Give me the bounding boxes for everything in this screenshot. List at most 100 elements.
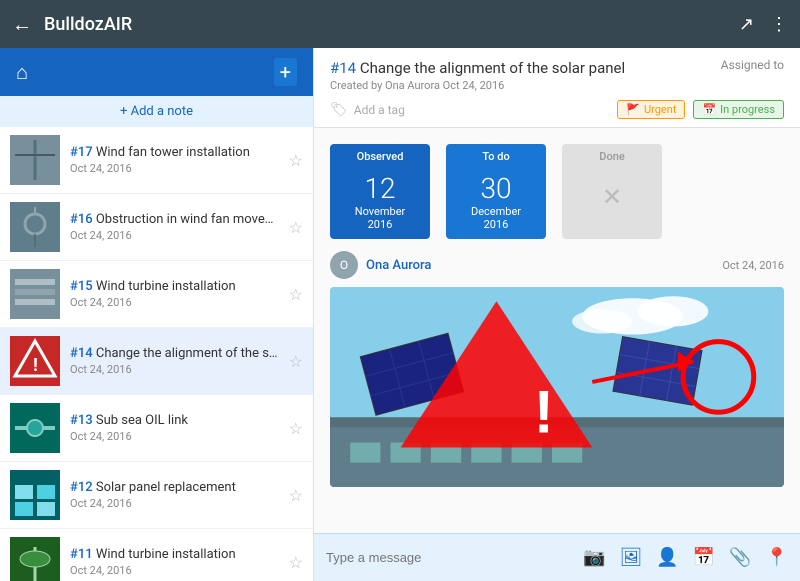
- todo-date-card: To do 30 December 2016: [446, 144, 546, 239]
- item-num: #12: [70, 480, 93, 495]
- item-content: #15 Wind turbine installation Oct 24, 20…: [70, 279, 283, 309]
- detail-num: #14: [330, 59, 356, 77]
- list-item[interactable]: #16 Obstruction in wind fan movement Oct…: [0, 194, 313, 261]
- item-num: #11: [70, 547, 93, 562]
- item-title: #15 Wind turbine installation: [70, 279, 283, 294]
- left-panel: ⌂ + + Add a note #17 Wind fan tower inst…: [0, 48, 314, 581]
- observed-day: 12: [334, 175, 426, 203]
- topbar: ← BulldozAIR ↗ ⋮: [0, 0, 800, 48]
- left-header: ⌂ +: [0, 48, 313, 96]
- item-content: #14 Change the alignment of the solar pa…: [70, 346, 283, 376]
- header-top-row: #14 Change the alignment of the solar pa…: [330, 58, 784, 77]
- created-by: Created by Ona Aurora Oct 24, 2016: [330, 79, 784, 92]
- todo-label: To do: [446, 144, 546, 169]
- assigned-label: Assigned to: [721, 58, 784, 72]
- avatar: O: [330, 251, 358, 279]
- detail-title: #14 Change the alignment of the solar pa…: [330, 58, 625, 77]
- item-num: #15: [70, 279, 93, 294]
- star-icon[interactable]: ☆: [289, 352, 303, 371]
- todo-day: 30: [450, 175, 542, 203]
- message-bar: 📷 🖼 👤 📅 📎 📍: [314, 533, 800, 581]
- item-title: #16 Obstruction in wind fan movement: [70, 212, 283, 227]
- list-item[interactable]: #15 Wind turbine installation Oct 24, 20…: [0, 261, 313, 328]
- item-date: Oct 24, 2016: [70, 229, 283, 242]
- observed-month: November: [334, 205, 426, 218]
- detail-title-text: Change the alignment of the solar panel: [360, 59, 625, 77]
- observed-year: 2016: [334, 218, 426, 231]
- item-date: Oct 24, 2016: [70, 564, 283, 577]
- camera-icon[interactable]: 📷: [583, 547, 605, 568]
- item-title: #13 Sub sea OIL link: [70, 413, 283, 428]
- app-title: BulldozAIR: [44, 14, 739, 35]
- attachment-icon[interactable]: 📎: [729, 547, 751, 568]
- star-icon[interactable]: ☆: [289, 486, 303, 505]
- calendar-icon: 📅: [702, 103, 716, 116]
- done-date-body: ✕: [562, 169, 662, 227]
- add-note-bar[interactable]: + Add a note: [0, 96, 313, 127]
- todo-year: 2016: [450, 218, 542, 231]
- dates-row: Observed 12 November 2016 To do 30 Decem…: [314, 128, 800, 251]
- star-icon[interactable]: ☆: [289, 285, 303, 304]
- location-icon[interactable]: 📍: [766, 547, 788, 568]
- list-item[interactable]: #13 Sub sea OIL link Oct 24, 2016 ☆: [0, 395, 313, 462]
- image-icon[interactable]: 🖼: [619, 547, 642, 568]
- done-label: Done: [562, 144, 662, 169]
- share-icon[interactable]: ↗: [739, 14, 754, 35]
- calendar-icon[interactable]: 📅: [693, 547, 715, 568]
- item-date: Oct 24, 2016: [70, 296, 283, 309]
- star-icon[interactable]: ☆: [289, 419, 303, 438]
- item-num: #14: [70, 346, 93, 361]
- comment-author: Ona Aurora: [366, 258, 722, 273]
- star-icon[interactable]: ☆: [289, 218, 303, 237]
- item-date: Oct 24, 2016: [70, 363, 283, 376]
- comment-section: O Ona Aurora Oct 24, 2016: [314, 251, 800, 533]
- observed-date-body: 12 November 2016: [330, 169, 430, 239]
- add-observation-icon[interactable]: +: [274, 58, 297, 86]
- todo-date-body: 30 December 2016: [446, 169, 546, 239]
- item-title: #17 Wind fan tower installation: [70, 145, 283, 160]
- item-num: #13: [70, 413, 93, 428]
- item-thumbnail: [10, 403, 60, 453]
- add-tag-button[interactable]: Add a tag: [354, 103, 618, 117]
- svg-text:!: !: [33, 355, 38, 376]
- menu-icon[interactable]: ⋮: [770, 14, 788, 35]
- list-item[interactable]: #11 Wind turbine installation Oct 24, 20…: [0, 529, 313, 581]
- item-num: #17: [70, 145, 93, 160]
- item-title: #14 Change the alignment of the solar pa…: [70, 346, 283, 361]
- item-content: #11 Wind turbine installation Oct 24, 20…: [70, 547, 283, 577]
- item-date: Oct 24, 2016: [70, 497, 283, 510]
- detail-header: #14 Change the alignment of the solar pa…: [314, 48, 800, 128]
- observed-date-card: Observed 12 November 2016: [330, 144, 430, 239]
- svg-text:!: !: [534, 377, 554, 445]
- item-thumbnail: [10, 470, 60, 520]
- item-num: #16: [70, 212, 93, 227]
- right-panel: #14 Change the alignment of the solar pa…: [314, 48, 800, 581]
- home-icon[interactable]: ⌂: [16, 60, 28, 85]
- done-date-card: Done ✕: [562, 144, 662, 239]
- item-thumbnail: !: [10, 336, 60, 386]
- item-title: #12 Solar panel replacement: [70, 480, 283, 495]
- list-item[interactable]: #12 Solar panel replacement Oct 24, 2016…: [0, 462, 313, 529]
- item-content: #16 Obstruction in wind fan movement Oct…: [70, 212, 283, 242]
- item-thumbnail: [10, 135, 60, 185]
- item-thumbnail: [10, 537, 60, 581]
- message-icons: 📷 🖼 👤 📅 📎 📍: [583, 547, 788, 568]
- person-icon[interactable]: 👤: [656, 547, 678, 568]
- todo-month: December: [450, 205, 542, 218]
- item-content: #17 Wind fan tower installation Oct 24, …: [70, 145, 283, 175]
- list-item[interactable]: ! #14 Change the alignment of the solar …: [0, 328, 313, 395]
- message-input[interactable]: [326, 550, 583, 565]
- topbar-actions: ↗ ⋮: [739, 14, 788, 35]
- comment-date: Oct 24, 2016: [722, 259, 784, 272]
- urgent-badge: 🚩 Urgent: [617, 100, 685, 119]
- star-icon[interactable]: ☆: [289, 151, 303, 170]
- observed-label: Observed: [330, 144, 430, 169]
- back-button[interactable]: ←: [12, 12, 32, 37]
- tag-row: 🏷 Add a tag 🚩 Urgent 📅 In progress: [330, 100, 784, 119]
- done-x-icon: ✕: [566, 175, 658, 219]
- main-layout: ⌂ + + Add a note #17 Wind fan tower inst…: [0, 48, 800, 581]
- observation-list: #17 Wind fan tower installation Oct 24, …: [0, 127, 313, 581]
- item-date: Oct 24, 2016: [70, 162, 283, 175]
- star-icon[interactable]: ☆: [289, 553, 303, 572]
- list-item[interactable]: #17 Wind fan tower installation Oct 24, …: [0, 127, 313, 194]
